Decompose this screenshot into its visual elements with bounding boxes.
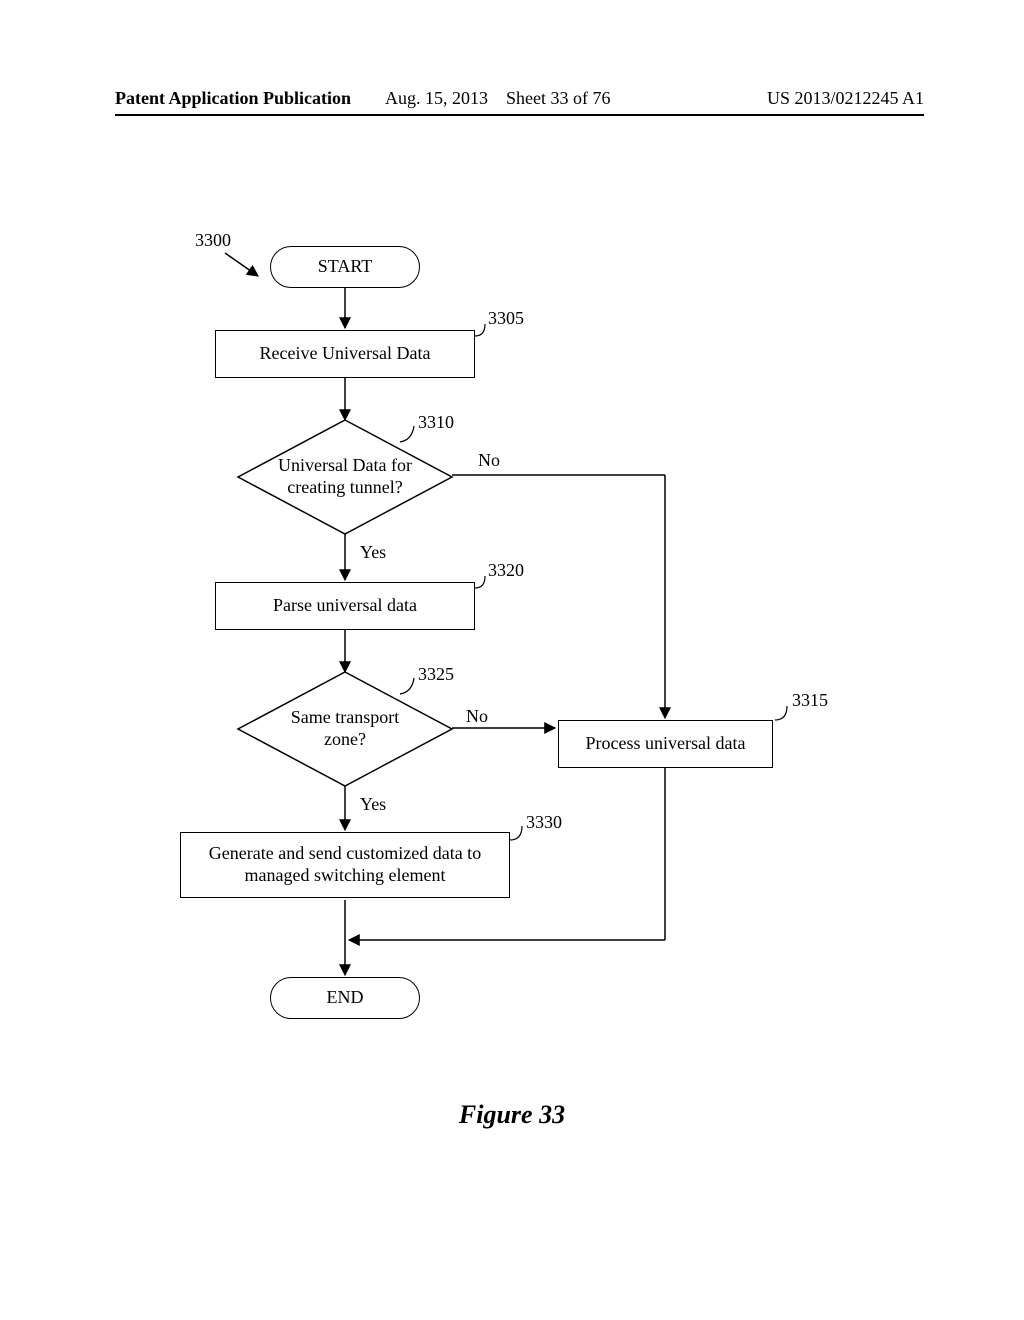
start-terminator: START: [270, 246, 420, 288]
figure-caption: Figure 33: [0, 1100, 1024, 1130]
process-3315: Process universal data: [558, 720, 773, 768]
ref-3305: 3305: [488, 308, 524, 329]
header-date: Aug. 15, 2013: [385, 88, 488, 108]
ref-3300: 3300: [195, 230, 231, 251]
process-3305: Receive Universal Data: [215, 330, 475, 378]
decision-3310: Universal Data for creating tunnel?: [238, 420, 452, 534]
no-3325: No: [466, 706, 488, 727]
yes-3325: Yes: [360, 794, 386, 815]
process-3320: Parse universal data: [215, 582, 475, 630]
text-3315: Process universal data: [586, 733, 746, 755]
ref-3315: 3315: [792, 690, 828, 711]
header-mid: Aug. 15, 2013 Sheet 33 of 76: [385, 88, 610, 109]
decision-3325: Same transport zone?: [238, 672, 452, 786]
end-terminator: END: [270, 977, 420, 1019]
yes-3310: Yes: [360, 542, 386, 563]
text-3310: Universal Data for creating tunnel?: [238, 455, 452, 498]
ref-3320: 3320: [488, 560, 524, 581]
no-3310: No: [478, 450, 500, 471]
flowchart-canvas: 3300 START Receive Universal Data 3305 U…: [0, 150, 1024, 1150]
text-3325: Same transport zone?: [238, 707, 452, 750]
page-header: Patent Application Publication Aug. 15, …: [115, 88, 924, 116]
start-label: START: [318, 256, 372, 278]
process-3330: Generate and send customized data to man…: [180, 832, 510, 898]
header-left: Patent Application Publication: [115, 88, 351, 114]
text-3320: Parse universal data: [273, 595, 417, 617]
text-3305: Receive Universal Data: [260, 343, 431, 365]
end-label: END: [327, 987, 364, 1009]
ref-3325: 3325: [418, 664, 454, 685]
connectors-svg: [0, 150, 1024, 1150]
header-sheet: Sheet 33 of 76: [506, 88, 610, 108]
ref-3310: 3310: [418, 412, 454, 433]
header-pubno: US 2013/0212245 A1: [767, 88, 924, 109]
ref-3330: 3330: [526, 812, 562, 833]
text-3330: Generate and send customized data to man…: [181, 843, 509, 886]
